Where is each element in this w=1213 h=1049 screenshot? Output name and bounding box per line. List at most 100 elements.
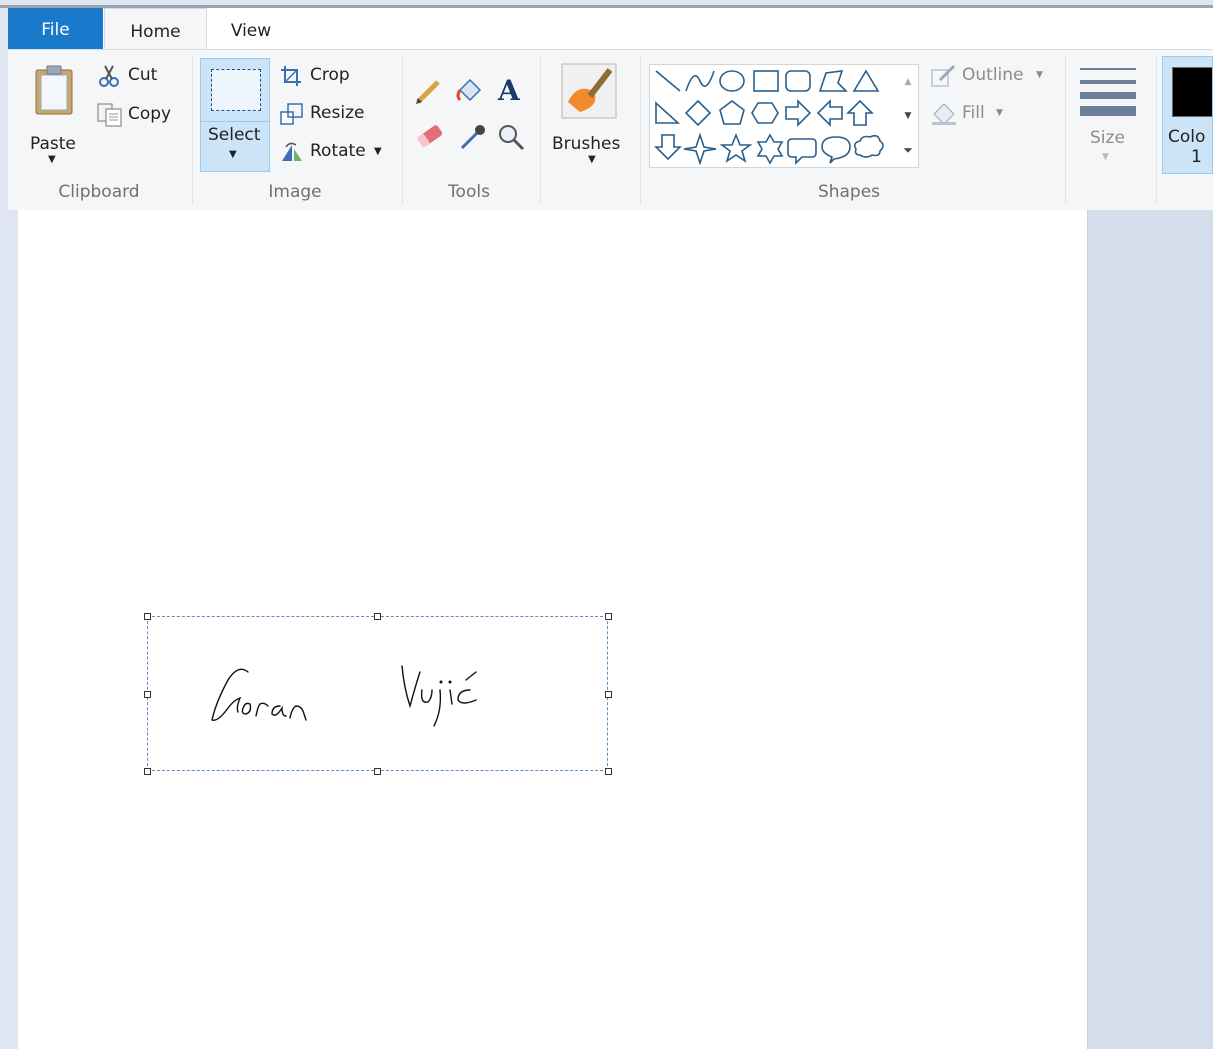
hexagon-shape-icon[interactable] xyxy=(751,102,779,124)
shapes-gallery[interactable]: ▲ ▼ ⏷ xyxy=(649,64,919,168)
shapes-group-label: Shapes xyxy=(817,182,881,202)
chevron-down-icon: ▼ xyxy=(48,154,56,165)
selection-handle-top-middle[interactable] xyxy=(374,613,381,620)
rounded-callout-shape-icon[interactable] xyxy=(787,138,817,165)
selection-handle-bottom-middle[interactable] xyxy=(374,768,381,775)
crop-icon xyxy=(281,66,301,86)
chevron-down-icon: ▼ xyxy=(588,154,596,165)
oval-shape-icon[interactable] xyxy=(719,70,745,92)
line-shape-icon[interactable] xyxy=(655,70,681,92)
shapes-gallery-grid xyxy=(654,69,884,166)
eraser-icon[interactable] xyxy=(414,122,446,150)
size-label: Size xyxy=(1090,128,1125,148)
diamond-shape-icon[interactable] xyxy=(684,99,712,127)
resize-icon xyxy=(280,103,303,125)
size-line-medium xyxy=(1080,80,1136,84)
fill-icon xyxy=(932,103,956,125)
rectangle-shape-icon[interactable] xyxy=(753,70,779,92)
brushes-label: Brushes xyxy=(552,134,621,154)
select-label: Select xyxy=(208,125,261,145)
tools-group-label: Tools xyxy=(448,182,490,202)
resize-button[interactable]: Resize xyxy=(278,100,378,128)
outline-label: Outline xyxy=(962,65,1024,85)
selection-handle-top-right[interactable] xyxy=(605,613,612,620)
color-picker-icon[interactable] xyxy=(458,122,488,152)
gallery-expand[interactable]: ⏷ xyxy=(900,135,916,165)
outline-button[interactable]: Outline ▼ xyxy=(928,62,1058,90)
scissors-icon xyxy=(99,65,119,87)
chevron-down-icon: ▼ xyxy=(996,108,1003,118)
magnifier-icon[interactable] xyxy=(496,122,526,152)
up-arrow-shape-icon[interactable] xyxy=(846,99,874,126)
crop-label: Crop xyxy=(310,65,350,85)
resize-label: Resize xyxy=(310,103,365,123)
rotate-label: Rotate xyxy=(310,141,366,161)
chevron-down-icon: ▼ xyxy=(1102,152,1109,162)
group-separator xyxy=(640,56,641,204)
clipboard-icon xyxy=(35,65,73,115)
chevron-down-icon: ▼ xyxy=(229,149,237,160)
tab-home[interactable]: Home xyxy=(104,8,207,50)
group-separator xyxy=(1065,56,1066,204)
copy-icon xyxy=(97,103,122,127)
selection-rect-icon xyxy=(211,69,261,111)
color1-label: Colo xyxy=(1168,127,1206,147)
workspace-right-margin xyxy=(1087,210,1213,1049)
select-divider xyxy=(201,121,269,122)
six-point-star-shape-icon[interactable] xyxy=(756,133,784,165)
select-button[interactable]: Select ▼ xyxy=(200,58,270,172)
group-separator xyxy=(192,56,193,204)
down-arrow-shape-icon[interactable] xyxy=(654,134,682,161)
copy-label: Copy xyxy=(128,104,172,124)
color1-number: 1 xyxy=(1191,147,1202,167)
right-arrow-shape-icon[interactable] xyxy=(785,99,812,127)
left-arrow-shape-icon[interactable] xyxy=(816,99,843,127)
selection-handle-bottom-left[interactable] xyxy=(144,768,151,775)
rounded-rectangle-shape-icon[interactable] xyxy=(785,70,811,92)
gallery-scroll-down[interactable]: ▼ xyxy=(900,101,916,131)
workspace-left-margin xyxy=(8,210,18,1049)
triangle-shape-icon[interactable] xyxy=(852,69,880,92)
fill-button[interactable]: Fill ▼ xyxy=(928,100,1028,128)
color1-swatch xyxy=(1172,67,1212,117)
selection-handle-bottom-right[interactable] xyxy=(605,768,612,775)
gallery-scroll-up[interactable]: ▲ xyxy=(900,67,916,97)
handwritten-signature xyxy=(211,665,477,727)
chevron-down-icon: ▼ xyxy=(1036,70,1043,80)
rotate-button[interactable]: Rotate ▼ xyxy=(278,138,388,166)
selection-handle-middle-right[interactable] xyxy=(605,691,612,698)
pencil-icon[interactable] xyxy=(414,76,444,106)
selection-handle-middle-left[interactable] xyxy=(144,691,151,698)
outline-icon xyxy=(931,64,956,87)
tab-view[interactable]: View xyxy=(208,8,294,49)
curve-shape-icon[interactable] xyxy=(685,70,715,92)
group-separator xyxy=(1156,56,1157,204)
cloud-callout-shape-icon[interactable] xyxy=(853,134,884,158)
oval-callout-shape-icon[interactable] xyxy=(821,136,851,164)
fill-bucket-icon[interactable] xyxy=(454,76,486,106)
color1-button[interactable]: Colo 1 xyxy=(1162,56,1213,174)
rotate-icon xyxy=(282,142,302,161)
cut-button[interactable]: Cut xyxy=(96,62,176,92)
brush-icon xyxy=(561,63,617,119)
signature-text: Goran Vujić xyxy=(0,0,1,1)
five-point-star-shape-icon[interactable] xyxy=(719,132,753,163)
ribbon: Paste ▼ Cut Copy Clipboard Select ▼ Crop… xyxy=(8,49,1213,211)
copy-button[interactable]: Copy xyxy=(96,100,186,130)
crop-button[interactable]: Crop xyxy=(278,62,368,90)
paste-button[interactable]: Paste ▼ xyxy=(24,58,84,170)
four-point-star-shape-icon[interactable] xyxy=(683,132,717,166)
right-triangle-shape-icon[interactable] xyxy=(655,101,681,124)
brushes-button[interactable]: Brushes ▼ xyxy=(548,58,638,170)
selection-handle-top-left[interactable] xyxy=(144,613,151,620)
polygon-shape-icon[interactable] xyxy=(818,70,848,92)
text-tool-icon[interactable]: A xyxy=(498,74,520,107)
tab-file[interactable]: File xyxy=(8,8,103,49)
image-group-label: Image xyxy=(268,182,322,202)
size-line-thin xyxy=(1080,68,1136,70)
size-line-thicker xyxy=(1080,106,1136,116)
group-separator xyxy=(402,56,403,204)
chevron-down-icon: ▼ xyxy=(374,146,382,157)
pentagon-shape-icon[interactable] xyxy=(719,100,745,125)
size-button[interactable]: Size ▼ xyxy=(1072,58,1142,170)
